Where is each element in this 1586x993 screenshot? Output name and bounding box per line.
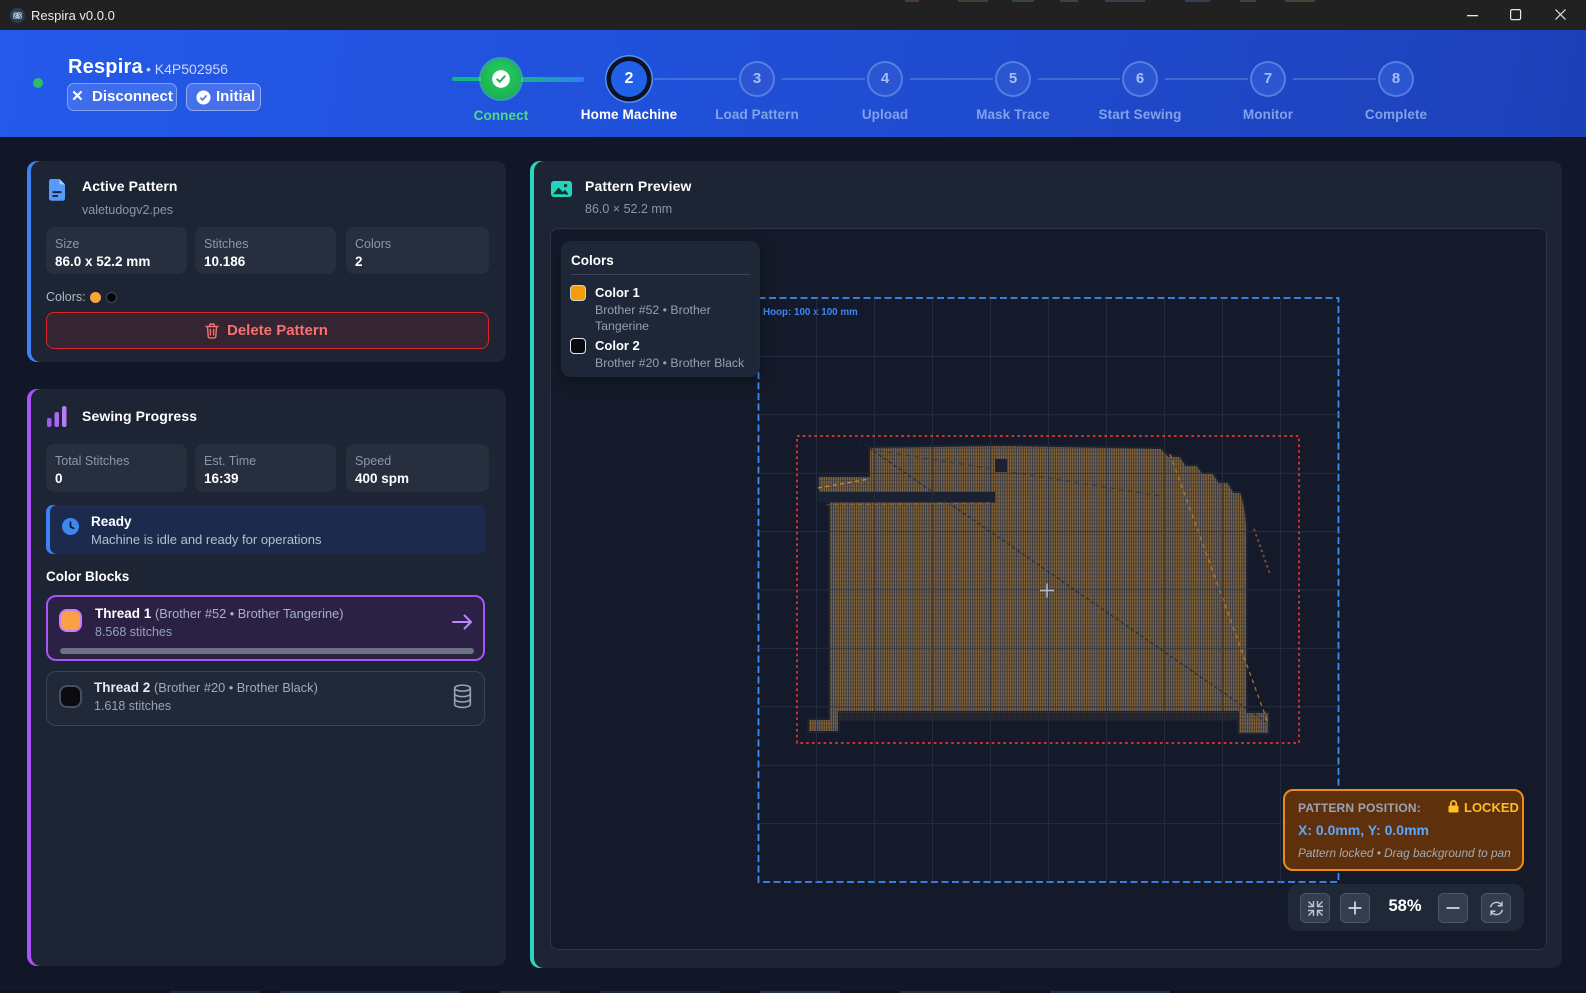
svg-text:Hoop: 100 x 100 mm: Hoop: 100 x 100 mm <box>763 307 858 318</box>
